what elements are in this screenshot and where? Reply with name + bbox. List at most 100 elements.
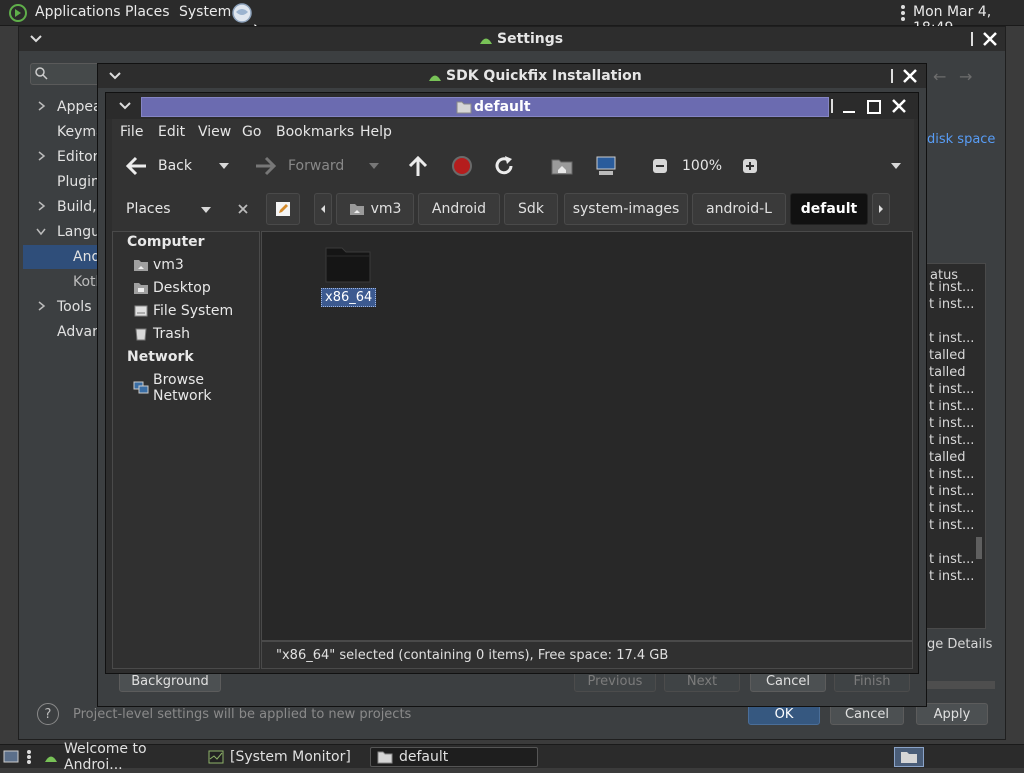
show-desktop-icon[interactable] [2, 748, 20, 766]
window-menu-chevron-icon[interactable] [118, 99, 132, 113]
sidebar-item-trash[interactable]: Trash [133, 326, 190, 342]
bottom-panel: Welcome to Androi... [System Monitor] de… [0, 741, 1024, 773]
forward-history-dropdown-icon[interactable] [368, 161, 380, 171]
taskbar-item-default[interactable]: default [370, 747, 538, 767]
tree-item-tools[interactable]: Tools [57, 299, 92, 315]
vertical-dots-icon[interactable] [25, 749, 33, 765]
gnome-foot-icon[interactable] [8, 3, 28, 23]
horizontal-scrollbar[interactable] [927, 681, 995, 689]
tree-item-advanced[interactable]: Advan [57, 324, 101, 340]
back-history-dropdown-icon[interactable] [218, 161, 230, 171]
forward-button[interactable]: Forward [254, 153, 364, 179]
tree-item-appearance[interactable]: Appea [57, 99, 102, 115]
minimize-icon[interactable] [840, 98, 858, 116]
sidebar-item-vm3[interactable]: vm3 [133, 257, 184, 273]
help-icon[interactable]: ? [37, 703, 59, 725]
chevron-right-icon[interactable] [37, 301, 47, 311]
window-menu-chevron-icon[interactable] [29, 32, 43, 46]
breadcrumb-scroll-right[interactable] [872, 193, 890, 225]
status-cell: t inst... [929, 501, 975, 516]
taskbar-item-system-monitor[interactable]: [System Monitor] [202, 747, 362, 767]
computer-icon[interactable] [594, 154, 618, 178]
disk-space-link[interactable]: disk space [927, 132, 995, 147]
sidebar-heading-network: Network [127, 349, 194, 365]
edit-location-button[interactable] [266, 193, 300, 225]
menu-edit[interactable]: Edit [158, 124, 185, 140]
home-folder-icon[interactable] [550, 154, 574, 178]
menu-bookmarks[interactable]: Bookmarks [276, 124, 354, 140]
back-arrow-icon [124, 155, 148, 177]
close-icon[interactable] [981, 30, 999, 48]
sidebar-item-label: Browse Network [153, 372, 212, 404]
chevron-right-icon[interactable] [37, 201, 47, 211]
zoom-in-icon[interactable] [742, 158, 758, 174]
menu-help[interactable]: Help [360, 124, 392, 140]
sidebar-item-browse-network[interactable]: Browse Network [133, 372, 259, 404]
menu-view[interactable]: View [198, 124, 231, 140]
places-menu[interactable]: Places [125, 4, 170, 20]
close-icon[interactable] [890, 97, 908, 115]
file-view[interactable]: x86_64 [261, 231, 913, 641]
zoom-out-icon[interactable] [652, 158, 668, 174]
system-menu[interactable]: System [179, 4, 231, 20]
vertical-dots-icon[interactable] [899, 4, 907, 22]
breadcrumb-system-images[interactable]: system-images [564, 193, 688, 225]
chevron-right-icon[interactable] [37, 101, 47, 111]
sidebar-item-label: File System [153, 303, 234, 319]
status-cell: t inst... [929, 297, 975, 312]
chevron-right-icon[interactable] [37, 151, 47, 161]
workspace-switcher-icon[interactable] [894, 747, 924, 767]
reload-icon[interactable] [492, 154, 516, 178]
table-scrollbar-thumb[interactable] [976, 537, 982, 559]
close-pane-icon[interactable] [236, 202, 250, 216]
sidebar-item-label: Desktop [153, 280, 211, 296]
sdk-titlebar[interactable]: SDK Quickfix Installation [98, 64, 926, 88]
fm-titlebar[interactable]: default [106, 93, 918, 119]
maximize-icon[interactable] [865, 98, 883, 116]
menu-file[interactable]: File [120, 124, 143, 140]
toolbar-overflow-icon[interactable] [890, 161, 902, 171]
settings-titlebar[interactable]: Settings [19, 27, 1005, 51]
close-icon[interactable] [901, 67, 919, 85]
status-cell: t inst... [929, 331, 975, 346]
places-pane-label[interactable]: Places [126, 201, 171, 217]
breadcrumb-android-l[interactable]: android-L [692, 193, 786, 225]
sidebar-item-file-system[interactable]: File System [133, 303, 233, 319]
tree-item-kotlin[interactable]: Kotl [73, 274, 99, 290]
places-dropdown-icon[interactable] [200, 205, 212, 215]
stop-icon[interactable] [450, 154, 474, 178]
folder-label: x86_64 [321, 288, 377, 307]
breadcrumb-scroll-left[interactable] [314, 193, 332, 225]
window-menu-chevron-icon[interactable] [108, 69, 122, 83]
fm-statusbar: "x86_64" selected (containing 0 items), … [261, 641, 913, 669]
forward-label: Forward [288, 158, 345, 174]
android-icon [479, 33, 493, 45]
breadcrumb-android[interactable]: Android [418, 193, 500, 225]
places-sidebar: Computer vm3 Desktop File System Trash N… [112, 231, 260, 669]
folder-item[interactable]: x86_64 [320, 242, 377, 310]
taskbar-item-android-studio[interactable]: Welcome to Androi... [38, 741, 198, 773]
web-browser-icon[interactable] [231, 2, 253, 24]
desktop-folder-icon [133, 281, 149, 295]
nav-forward-icon[interactable]: → [959, 67, 972, 86]
breadcrumb-vm3[interactable]: vm3 [336, 193, 414, 225]
applications-menu[interactable]: Applications [35, 4, 121, 20]
settings-title: Settings [497, 31, 564, 47]
menu-go[interactable]: Go [242, 124, 261, 140]
trash-icon [133, 327, 149, 341]
file-manager-window: default File Edit View Go Bookmarks Help… [105, 92, 919, 674]
status-cell: t inst... [929, 416, 975, 431]
tree-item-editor[interactable]: Editor [57, 149, 98, 165]
breadcrumb-default[interactable]: default [790, 193, 868, 225]
folder-icon [324, 242, 372, 284]
package-details-checkbox[interactable]: ge Details [927, 637, 992, 652]
folder-icon [377, 750, 393, 764]
settings-search-input[interactable] [30, 63, 100, 85]
zoom-level[interactable]: 100% [682, 158, 722, 174]
chevron-down-icon[interactable] [35, 228, 47, 236]
top-panel: Applications Places System Mon Mar 4, 18… [0, 0, 1024, 44]
nav-back-icon[interactable]: ← [933, 67, 946, 86]
sidebar-item-desktop[interactable]: Desktop [133, 280, 211, 296]
up-arrow-icon[interactable] [406, 154, 430, 178]
breadcrumb-sdk[interactable]: Sdk [504, 193, 558, 225]
